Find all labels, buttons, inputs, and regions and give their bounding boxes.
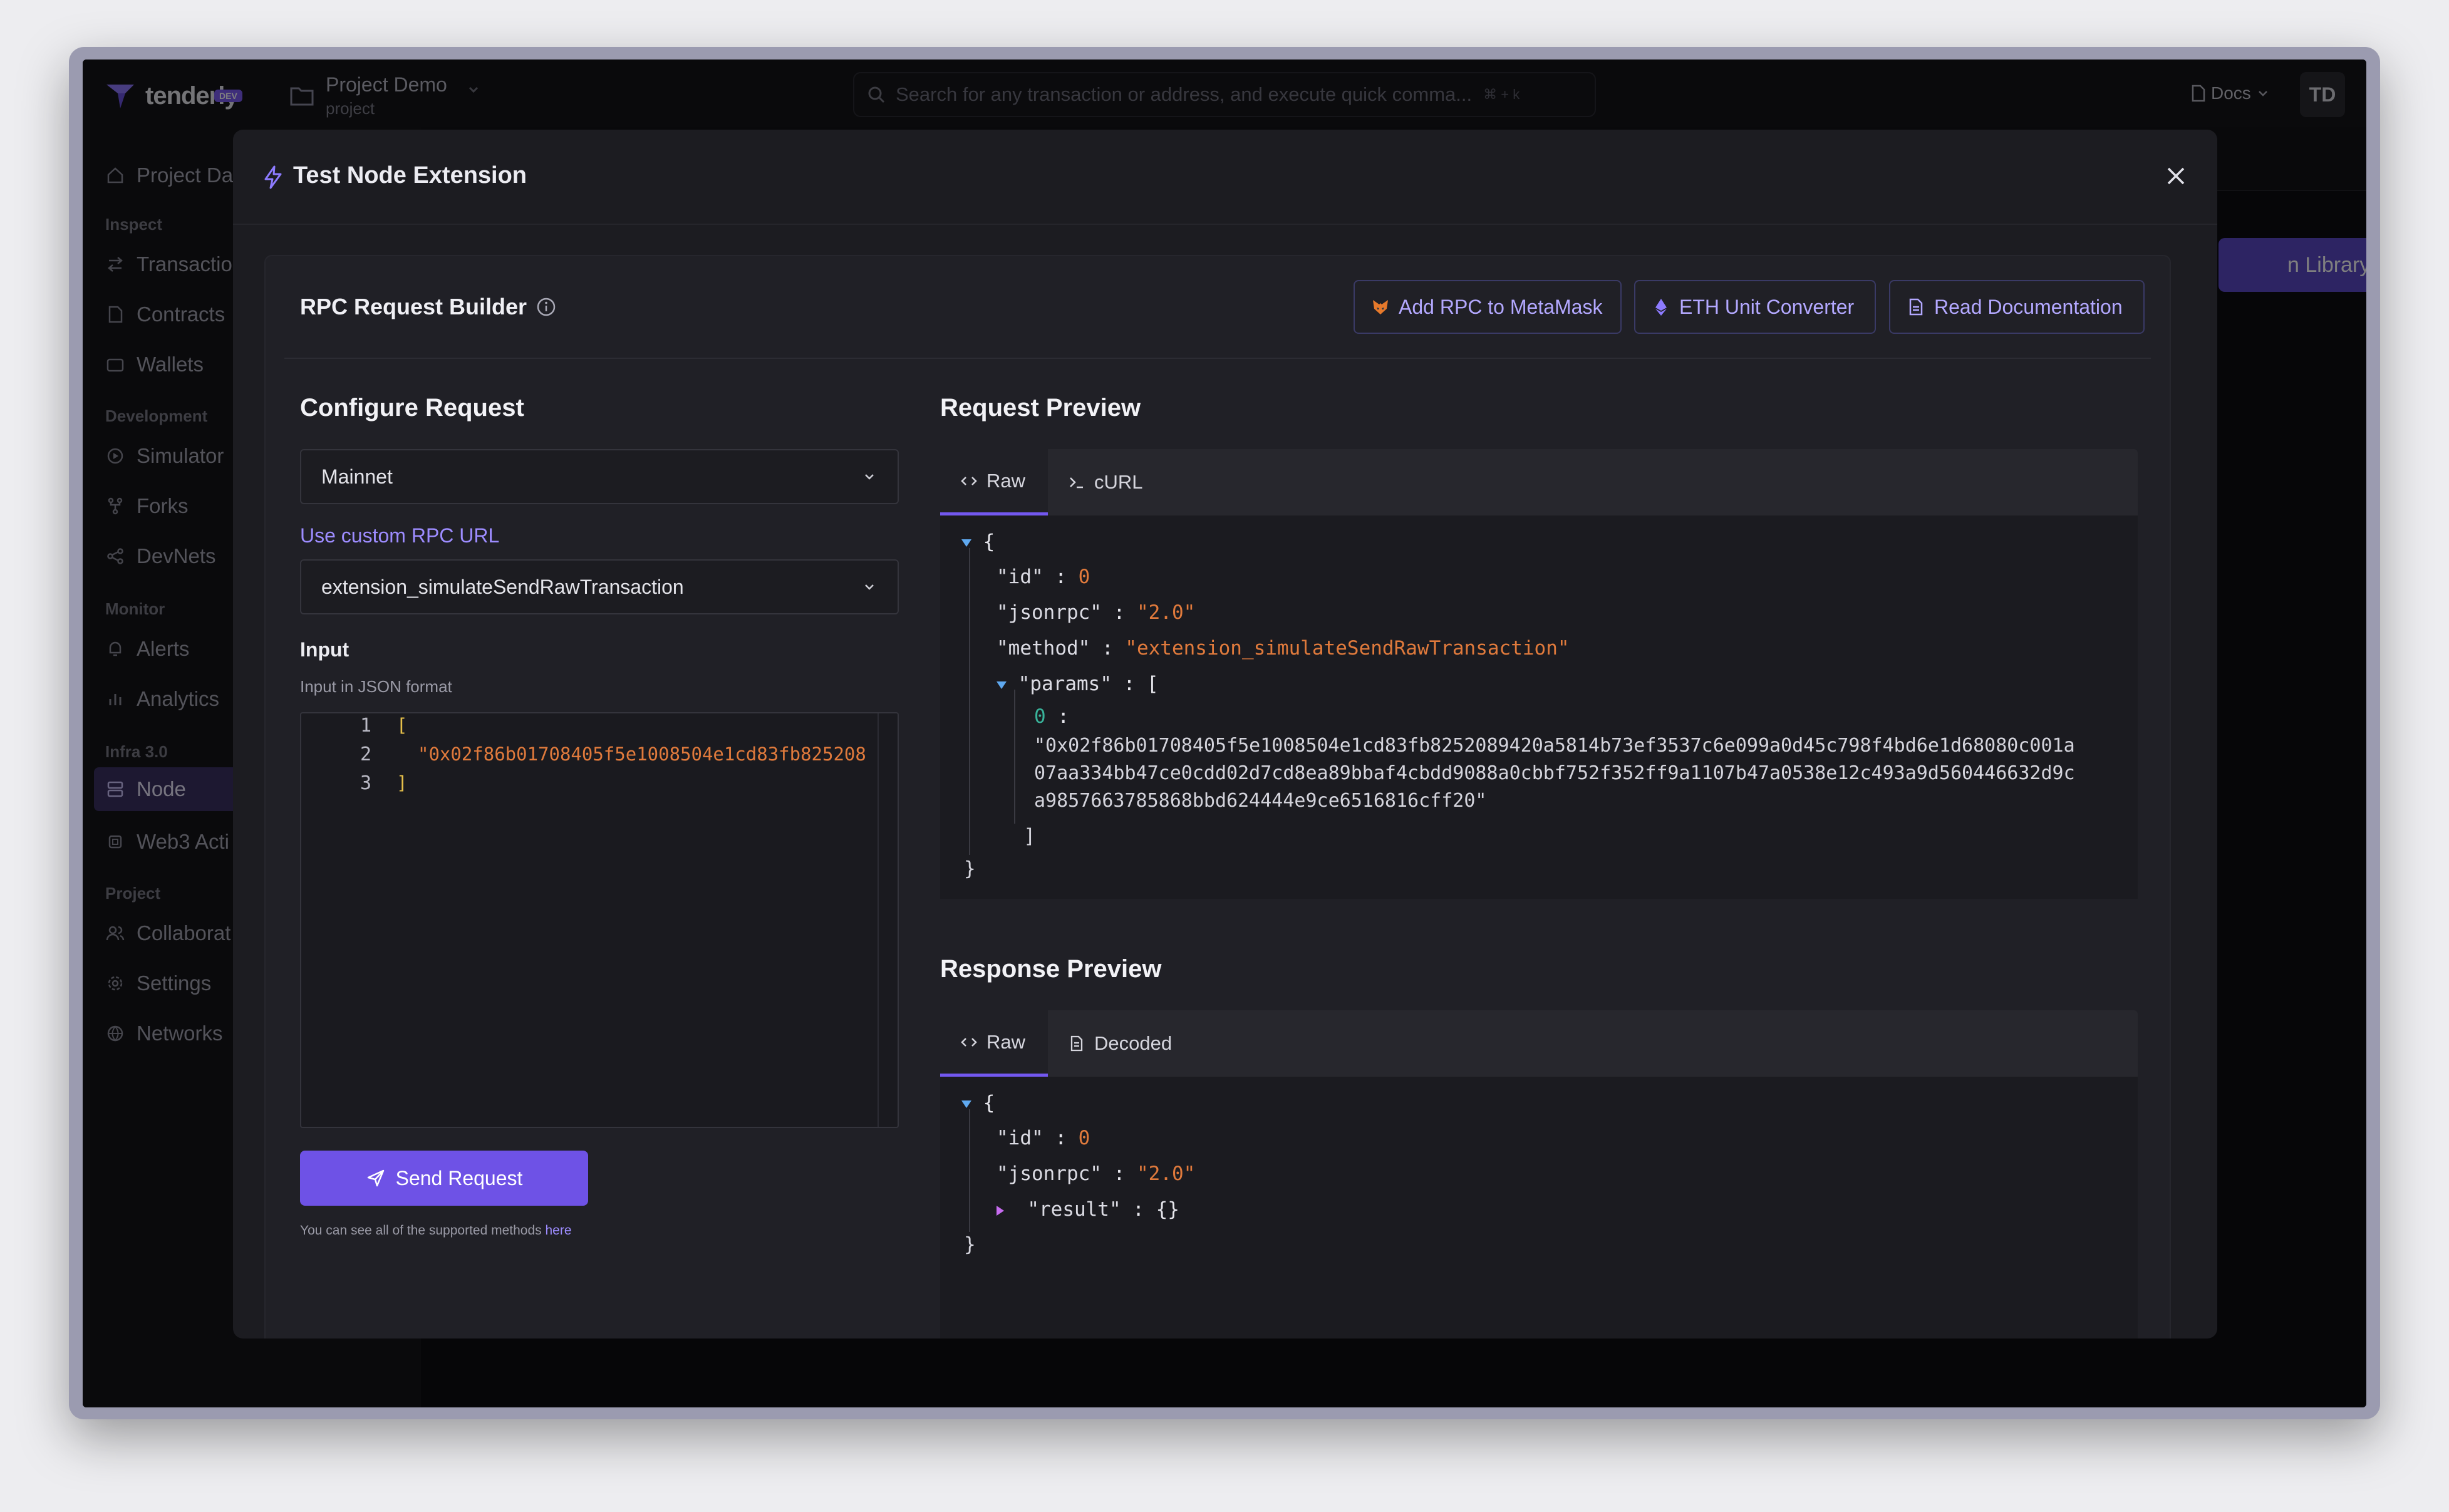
json-open-brace[interactable]: { (961, 1092, 995, 1114)
collapse-toggle-icon[interactable] (997, 681, 1007, 689)
supported-methods-note: You can see all of the supported methods… (300, 1223, 572, 1238)
json-value: 0 (1078, 1127, 1090, 1149)
tab-curl[interactable]: cURL (1048, 449, 1167, 515)
button-label: Read Documentation (1934, 295, 2123, 318)
footer-text: You can see all of the supported methods (300, 1223, 546, 1238)
tab-decoded[interactable]: Decoded (1048, 1010, 1198, 1077)
json-row-result[interactable]: "result" : {} (997, 1198, 1179, 1221)
chevron-down-icon (865, 584, 874, 590)
response-preview-tabs: Raw Decoded (940, 1010, 2138, 1077)
info-icon[interactable] (536, 296, 557, 318)
tab-label: cURL (1094, 471, 1143, 493)
editor-ruler (878, 713, 879, 1127)
eth-unit-converter-button[interactable]: ETH Unit Converter (1634, 280, 1876, 334)
json-value: 0 (1078, 566, 1090, 588)
json-value: {} (1156, 1198, 1179, 1221)
tab-label: Decoded (1094, 1032, 1173, 1054)
json-value: "2.0" (1136, 1162, 1196, 1185)
collapse-toggle-icon[interactable] (961, 539, 971, 547)
response-json-viewer: { "id" : 0 "jsonrpc" : "2.0" "result" : … (940, 1077, 2138, 1339)
line-number: 3 (360, 772, 371, 794)
json-close-bracket: ] (1000, 825, 1035, 847)
network-selected-value: Mainnet (321, 465, 393, 488)
json-param-value: 07aa334bb47ce0cdd02d7cd8ea89bbaf4cbdd908… (1034, 762, 2075, 784)
json-row-jsonrpc: "jsonrpc" : "2.0" (997, 1162, 1196, 1185)
ethereum-icon (1655, 299, 1667, 316)
tab-raw[interactable]: Raw (940, 1010, 1048, 1077)
modal-title: Test Node Extension (293, 162, 527, 189)
request-preview-heading: Request Preview (940, 394, 1141, 422)
tab-raw[interactable]: Raw (940, 449, 1048, 515)
custom-rpc-url-link[interactable]: Use custom RPC URL (300, 524, 499, 547)
json-key: "id" (997, 566, 1043, 588)
send-request-button[interactable]: Send Request (300, 1151, 588, 1206)
modal-header: Test Node Extension (233, 130, 2217, 225)
send-request-label: Send Request (395, 1166, 523, 1189)
json-key: "jsonrpc" (997, 1162, 1102, 1185)
builder-title-text: RPC Request Builder (300, 294, 527, 319)
json-open-brace[interactable]: { (961, 531, 995, 553)
input-hint: Input in JSON format (300, 677, 452, 696)
json-row-id: "id" : 0 (997, 566, 1090, 588)
chevron-down-icon (865, 474, 874, 480)
code-line: [ (396, 715, 408, 736)
json-value: "extension_simulateSendRawTransaction" (1125, 637, 1570, 660)
json-key: "method" (997, 637, 1090, 660)
json-key: "jsonrpc" (997, 601, 1102, 624)
tab-label: Raw (986, 1030, 1026, 1053)
input-label: Input (300, 638, 349, 661)
test-node-extension-modal: Test Node Extension RPC Request Builder (233, 130, 2217, 1339)
json-key: "params" (1018, 673, 1112, 695)
app-window: tenderly DEV Project Demo project Search… (83, 60, 2366, 1407)
send-icon (367, 1169, 384, 1187)
json-row-jsonrpc: "jsonrpc" : "2.0" (997, 601, 1196, 624)
json-row-method: "method" : "extension_simulateSendRawTra… (997, 637, 1570, 660)
json-param-value: "0x02f86b01708405f5e1008504e1cd83fb82520… (1034, 735, 2075, 757)
metamask-fox-icon (1373, 300, 1388, 314)
expand-toggle-icon[interactable] (997, 1205, 1004, 1216)
configure-request-heading: Configure Request (300, 394, 524, 422)
bolt-icon (264, 165, 282, 189)
terminal-icon (1070, 477, 1083, 489)
method-select[interactable]: extension_simulateSendRawTransaction (300, 559, 899, 614)
code-line: "0x02f86b01708405f5e1008504e1cd83fb82520… (418, 743, 866, 765)
request-json-viewer: { "id" : 0 "jsonrpc" : "2.0" "method" : … (940, 515, 2138, 899)
json-row-params[interactable]: "params" : [ (997, 673, 1159, 695)
add-rpc-metamask-button[interactable]: Add RPC to MetaMask (1354, 280, 1622, 334)
json-key: "id" (997, 1127, 1043, 1149)
line-number: 1 (360, 715, 371, 737)
code-icon (961, 476, 977, 485)
response-preview-heading: Response Preview (940, 955, 1162, 983)
json-index: 0 (1034, 705, 1046, 728)
indent-guide (1014, 690, 1015, 824)
indent-guide (969, 1109, 970, 1232)
tab-label: Raw (986, 469, 1026, 492)
json-row-id: "id" : 0 (997, 1127, 1090, 1149)
network-select[interactable]: Mainnet (300, 449, 899, 504)
button-label: ETH Unit Converter (1679, 295, 1855, 318)
json-input-editor[interactable]: 1 2 3 [ "0x02f86b01708405f5e1008504e1cd8… (300, 712, 899, 1128)
json-param-value: a9857663785868bbd624444e9ce6516816cff20" (1034, 790, 1487, 812)
button-label: Add RPC to MetaMask (1399, 295, 1603, 318)
request-preview-tabs: Raw cURL (940, 449, 2138, 515)
read-documentation-button[interactable]: Read Documentation (1889, 280, 2145, 334)
json-row-param-index: 0 : (1034, 705, 1069, 728)
json-close-brace: } (964, 857, 976, 880)
supported-methods-link[interactable]: here (546, 1223, 572, 1238)
panel-divider (284, 358, 2151, 359)
json-close-brace: } (964, 1233, 976, 1256)
document-icon (1070, 1035, 1083, 1052)
json-value: "2.0" (1136, 601, 1196, 624)
method-selected-value: extension_simulateSendRawTransaction (321, 575, 684, 598)
collapse-toggle-icon[interactable] (961, 1100, 971, 1108)
json-key: "result" (1027, 1198, 1121, 1221)
line-number: 2 (360, 743, 371, 765)
document-icon (1909, 298, 1923, 316)
builder-title: RPC Request Builder (300, 294, 557, 320)
code-icon (961, 1037, 977, 1047)
code-line: ] (396, 772, 408, 794)
indent-guide (969, 548, 970, 855)
close-icon[interactable] (2162, 162, 2190, 190)
rpc-builder-panel: RPC Request Builder Add RPC to MetaMask (264, 255, 2171, 1339)
